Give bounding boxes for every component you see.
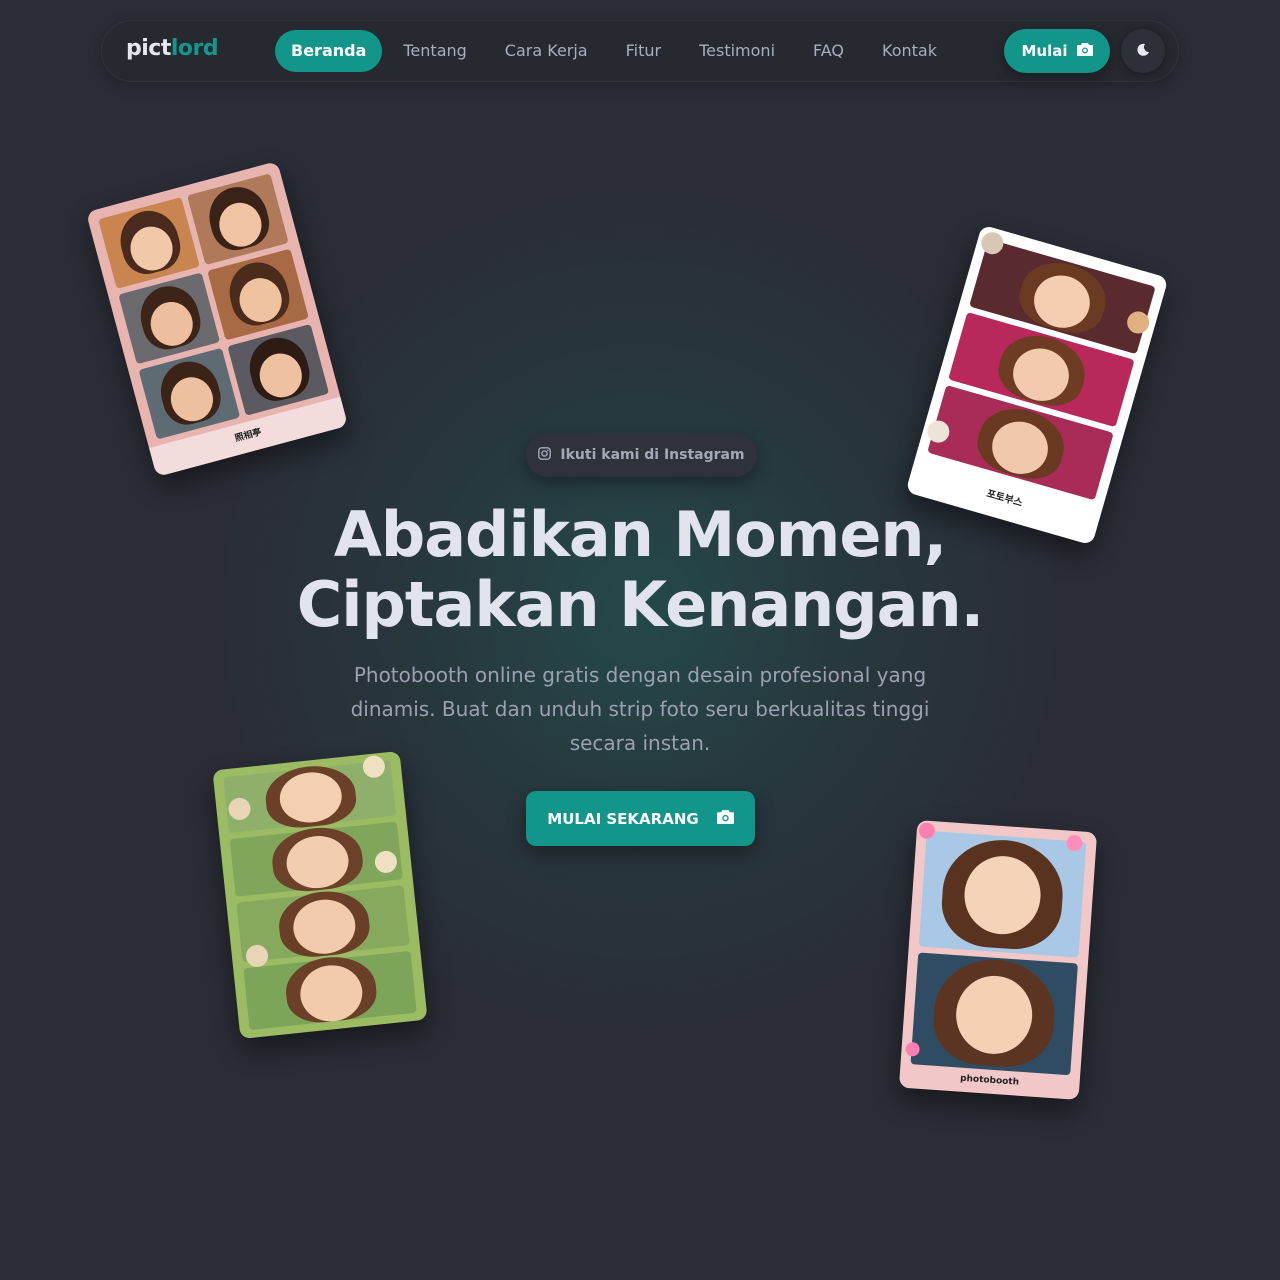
nav-item-kontak[interactable]: Kontak <box>865 30 954 72</box>
instagram-badge-label: Ikuti kami di Instagram <box>560 447 745 463</box>
nav-item-cara-kerja[interactable]: Cara Kerja <box>488 30 605 72</box>
nav-item-faq[interactable]: FAQ <box>796 30 861 72</box>
navbar: pictlord Beranda Tentang Cara Kerja Fitu… <box>101 20 1179 82</box>
camera-icon <box>1076 42 1093 60</box>
hero-title: Abadikan Momen, Ciptakan Kenangan. <box>240 500 1040 640</box>
photo-strip-bottom-right: photobooth <box>898 820 1098 1100</box>
instagram-icon <box>538 446 552 464</box>
nav-item-fitur[interactable]: Fitur <box>609 30 678 72</box>
start-button-label: Mulai <box>1021 42 1068 60</box>
camera-icon <box>716 809 734 828</box>
nav-item-beranda[interactable]: Beranda <box>275 30 383 72</box>
logo[interactable]: pictlord <box>126 36 219 61</box>
hero-subtitle: Photobooth online gratis dengan desain p… <box>350 663 930 755</box>
hero-title-line1: Abadikan Momen, <box>333 498 947 571</box>
moon-icon <box>1136 42 1150 61</box>
photo-strip-top-left: 照相亭 <box>85 161 349 477</box>
nav-links: Beranda Tentang Cara Kerja Fitur Testimo… <box>275 30 958 72</box>
nav-item-testimoni[interactable]: Testimoni <box>682 30 792 72</box>
hero-title-line2: Ciptakan Kenangan. <box>296 568 984 641</box>
photo-strip-bottom-left <box>212 750 428 1040</box>
cta-label: MULAI SEKARANG <box>547 809 699 828</box>
theme-toggle-button[interactable] <box>1121 29 1165 73</box>
start-now-button[interactable]: MULAI SEKARANG <box>526 791 755 846</box>
logo-text-part2: lord <box>170 36 219 61</box>
nav-item-tentang[interactable]: Tentang <box>386 30 483 72</box>
logo-text-part1: pict <box>126 36 171 61</box>
start-button[interactable]: Mulai <box>1004 29 1110 73</box>
instagram-follow-badge[interactable]: Ikuti kami di Instagram <box>526 433 757 477</box>
